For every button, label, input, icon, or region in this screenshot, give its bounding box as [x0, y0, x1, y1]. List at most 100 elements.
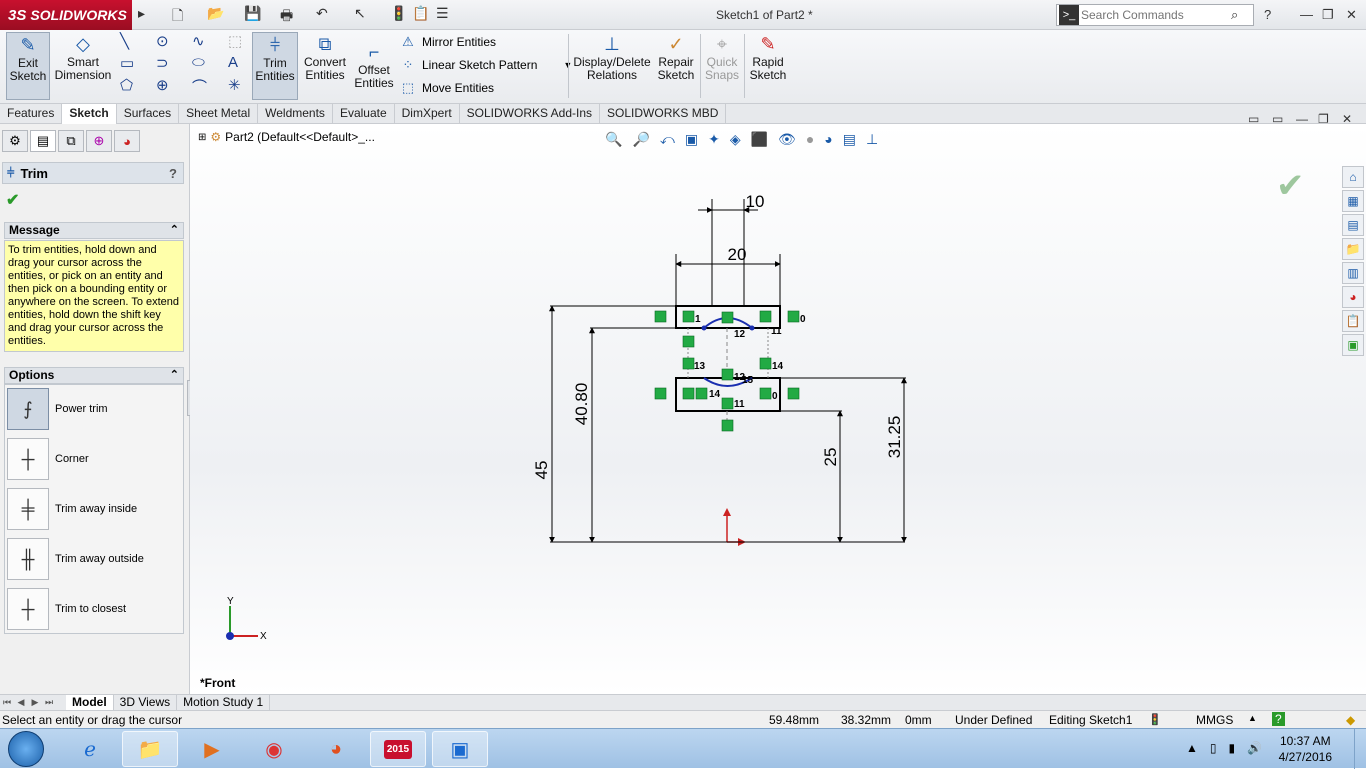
start-button[interactable]	[8, 731, 44, 767]
feature-manager-icon[interactable]: ⚙	[2, 130, 28, 152]
undo-icon[interactable]: ↶	[316, 5, 328, 22]
ok-checkmark-icon[interactable]: ✔	[6, 190, 19, 210]
print-icon[interactable]: 🖶	[280, 5, 293, 29]
relation-glyph[interactable]	[787, 387, 800, 400]
search-commands-box[interactable]: >_ ⌕	[1056, 4, 1254, 26]
relation-glyph[interactable]	[721, 397, 734, 410]
quick-snaps-button[interactable]: ⌖ Quick Snaps	[704, 32, 740, 100]
polygon-tool-icon[interactable]: ⬠	[120, 76, 133, 94]
units-selector[interactable]: MMGS	[1196, 713, 1233, 727]
menu-arrow-icon[interactable]: ▸	[138, 5, 145, 22]
file-explorer-icon[interactable]: 📁	[122, 731, 178, 767]
volume-icon[interactable]: 🔊	[1247, 741, 1262, 755]
trim-entities-button[interactable]: ⫩ Trim Entities	[252, 32, 298, 100]
rebuild-status-icon[interactable]: 🚦	[1148, 713, 1162, 726]
sketch-point[interactable]	[749, 325, 755, 331]
configuration-manager-icon[interactable]: ⧉	[58, 130, 84, 152]
tab-dimxpert[interactable]: DimXpert	[395, 104, 460, 124]
dimension-45[interactable]: 45	[532, 461, 551, 480]
dimension-25[interactable]: 25	[821, 448, 840, 467]
rebuild-icon[interactable]: 🚦	[390, 5, 407, 22]
tab-motion-study[interactable]: Motion Study 1	[177, 695, 271, 710]
text-tool-icon[interactable]: A	[228, 54, 238, 71]
arc-tool-icon[interactable]: ⊕	[156, 76, 169, 94]
relation-glyph[interactable]	[759, 387, 772, 400]
line-tool-icon[interactable]: ╲	[120, 32, 129, 50]
tab-sheet-metal[interactable]: Sheet Metal	[179, 104, 259, 124]
device-icon[interactable]: ▯	[1210, 741, 1217, 755]
system-clock[interactable]: 10:37 AM 4/27/2016	[1279, 733, 1332, 765]
rectangle-tool-icon[interactable]: ▭	[120, 54, 134, 72]
relation-glyph[interactable]	[654, 387, 667, 400]
tab-mbd[interactable]: SOLIDWORKS MBD	[600, 104, 727, 124]
tab-features[interactable]: Features	[0, 104, 63, 124]
dimension-10[interactable]: 10	[746, 192, 765, 211]
show-desktop-button[interactable]	[1354, 729, 1366, 769]
dimension-31-25[interactable]: 31.25	[885, 416, 904, 459]
slot-tool-icon[interactable]: ⊃	[156, 54, 169, 72]
dimension-40-80[interactable]: 40.80	[572, 383, 591, 426]
option-trim-away-inside[interactable]: ╪ Trim away inside	[7, 487, 183, 531]
prev-tab-icon[interactable]: ◀	[14, 697, 28, 708]
collapse-icon[interactable]: ⌃	[170, 368, 179, 383]
mirror-entities-button[interactable]: ⚠ Mirror Entities	[400, 34, 496, 50]
solidworks-logo[interactable]: 3S SOLIDWORKS	[0, 0, 132, 30]
search-input[interactable]	[1081, 8, 1231, 22]
tab-surfaces[interactable]: Surfaces	[117, 104, 180, 124]
chrome-icon[interactable]: ◉	[246, 731, 302, 767]
first-tab-icon[interactable]: ⏮	[0, 697, 14, 708]
search-icon[interactable]: ⌕	[1231, 7, 1238, 23]
last-tab-icon[interactable]: ⏭	[42, 697, 56, 708]
units-up-icon[interactable]: ▲	[1248, 713, 1257, 723]
dimxpert-manager-icon[interactable]: ⊕	[86, 130, 112, 152]
select-icon[interactable]: ↖	[354, 5, 366, 22]
minimize-window-icon[interactable]: —	[1300, 7, 1313, 22]
relation-glyph[interactable]	[721, 419, 734, 432]
option-power-trim[interactable]: ⨍ Power trim	[7, 387, 183, 431]
new-document-icon[interactable]: 🗋	[172, 5, 183, 29]
property-manager-icon[interactable]: ▤	[30, 130, 56, 152]
help-button[interactable]: ?	[169, 166, 177, 181]
offset-entities-button[interactable]: ⌐ Offset Entities	[352, 40, 396, 108]
fillet-tool-icon[interactable]: ⌒	[192, 76, 207, 97]
relation-glyph[interactable]	[721, 368, 734, 381]
relation-glyph[interactable]	[682, 335, 695, 348]
media-player-icon[interactable]: ▶	[184, 731, 240, 767]
network-icon[interactable]: ▮	[1229, 741, 1236, 755]
show-hidden-icons-icon[interactable]: ▲	[1186, 741, 1198, 755]
relation-glyph[interactable]	[682, 387, 695, 400]
photo-viewer-icon[interactable]: ▣	[432, 731, 488, 767]
relation-glyph[interactable]	[721, 311, 734, 324]
exit-sketch-button[interactable]: ✎ Exit Sketch	[6, 32, 50, 100]
graphics-area[interactable]: ⊞ ⚙ Part2 (Default<<Default>_... 🔍 🔎 ⤺ ▣…	[190, 112, 1366, 694]
display-manager-icon[interactable]: ◕	[114, 130, 140, 152]
relation-glyph[interactable]	[759, 357, 772, 370]
ellipse-tool-icon[interactable]: ⬭	[192, 54, 205, 71]
relation-glyph[interactable]	[682, 357, 695, 370]
tab-sketch[interactable]: Sketch	[62, 104, 117, 124]
tab-evaluate[interactable]: Evaluate	[333, 104, 395, 124]
open-document-icon[interactable]: 📂	[207, 5, 224, 22]
sketch-canvas[interactable]: 10 20 45 40.80 25 31.25 1 0 12 11 13 14 …	[190, 124, 1366, 694]
circle-tool-icon[interactable]: ⊙	[156, 32, 169, 50]
option-trim-to-closest[interactable]: ┼ Trim to closest	[7, 587, 183, 631]
rapid-sketch-button[interactable]: ✎ Rapid Sketch	[748, 32, 788, 100]
linear-sketch-pattern-button[interactable]: ⁘ Linear Sketch Pattern ▼	[400, 57, 573, 73]
display-delete-relations-button[interactable]: ⊥ Display/Delete Relations	[572, 32, 652, 100]
restore-window-icon[interactable]: ❐	[1322, 7, 1334, 23]
next-tab-icon[interactable]: ▶	[28, 697, 42, 708]
grid-tool-icon[interactable]: ⬚	[228, 32, 242, 50]
relation-glyph[interactable]	[682, 310, 695, 323]
close-window-icon[interactable]: ✕	[1346, 7, 1357, 23]
repair-sketch-button[interactable]: ✓ Repair Sketch	[656, 32, 696, 100]
relation-glyph[interactable]	[787, 310, 800, 323]
file-properties-icon[interactable]: 📋	[412, 5, 429, 22]
option-corner[interactable]: ┼ Corner	[7, 437, 183, 481]
options-group-header[interactable]: Options ⌃	[4, 367, 184, 384]
tab-model[interactable]: Model	[66, 695, 114, 710]
relation-glyph[interactable]	[695, 387, 708, 400]
smart-dimension-button[interactable]: ◇ Smart Dimension	[54, 32, 112, 100]
solidworks-taskbar-icon[interactable]: 2015	[370, 731, 426, 767]
internet-explorer-icon[interactable]: ℯ	[62, 731, 118, 767]
help-icon[interactable]: ?	[1264, 7, 1271, 22]
